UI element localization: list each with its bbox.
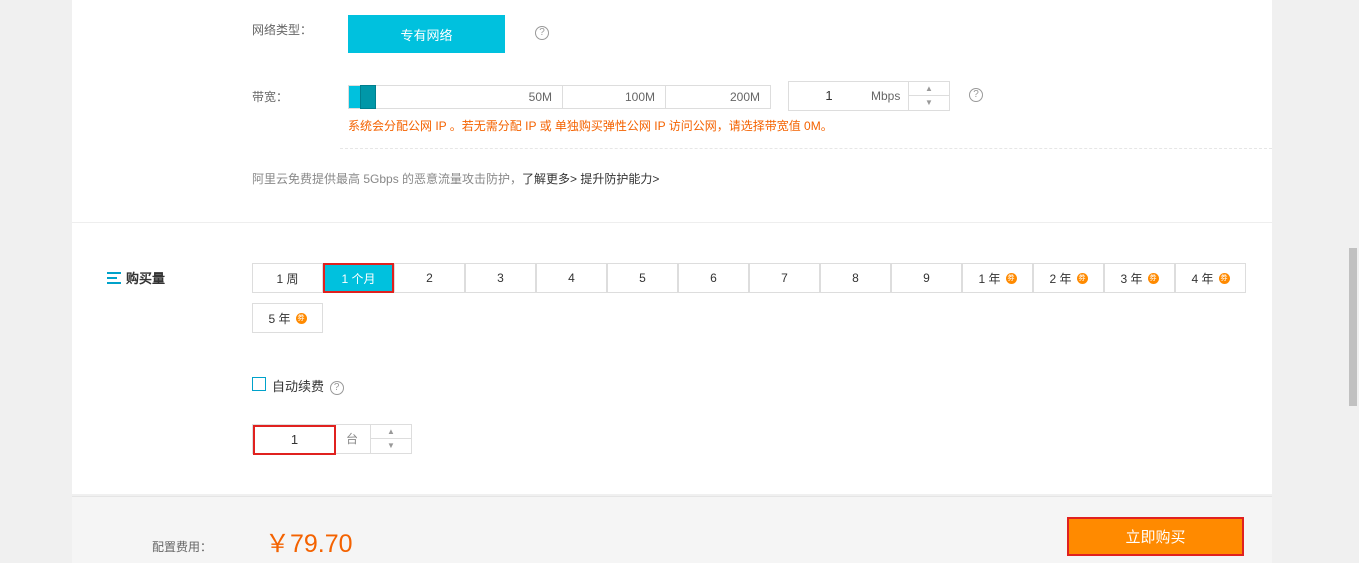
- bandwidth-label: 带宽：: [252, 90, 289, 104]
- auto-renew-text: 自动续费: [272, 379, 325, 394]
- period-option[interactable]: 5 年券: [252, 303, 323, 333]
- cost-label: 配置费用：: [152, 540, 213, 554]
- period-selector: 1 周1 个月 2 3 4 5 6 7 8 9 1 年券2 年券3 年券4 年券5 年券: [252, 263, 1247, 333]
- purchase-section-title: 购买量: [107, 268, 165, 287]
- period-label: 2: [426, 271, 433, 285]
- period-option[interactable]: 2 年券: [1033, 263, 1104, 293]
- bandwidth-input-group: 1 Mbps ▲ ▼: [788, 81, 950, 111]
- config-panel: [72, 0, 1272, 494]
- period-label: 4 年: [1191, 271, 1214, 286]
- buy-now-button[interactable]: 立即购买: [1067, 517, 1244, 556]
- ddos-info: 阿里云免费提供最高 5Gbps 的恶意流量攻击防护，了解更多> 提升防护能力>: [252, 170, 659, 187]
- coupon-icon: 券: [1005, 272, 1017, 284]
- slider-tick-100m: 100M: [563, 86, 666, 108]
- slider-tick-50m: 50M: [349, 86, 563, 108]
- period-option[interactable]: 4: [536, 263, 607, 293]
- purchase-title: 购买量: [126, 271, 166, 286]
- list-icon: [107, 271, 121, 284]
- bandwidth-warning: 系统会分配公网 IP 。若无需分配 IP 或 单独购买弹性公网 IP 访问公网，…: [348, 119, 833, 133]
- price-value: ￥79.70: [265, 530, 353, 558]
- quantity-stepper-buttons: ▲ ▼: [370, 425, 411, 453]
- scrollbar-thumb[interactable]: [1349, 248, 1357, 406]
- quantity-unit: 台: [346, 432, 359, 446]
- bandwidth-unit: Mbps: [871, 89, 901, 103]
- help-icon[interactable]: ?: [329, 380, 344, 395]
- help-icon[interactable]: ?: [535, 26, 549, 40]
- stepper-down-icon[interactable]: ▼: [909, 96, 949, 109]
- period-option[interactable]: 6: [678, 263, 749, 293]
- period-label: 2 年: [1049, 271, 1072, 286]
- network-type-label: 网络类型：: [252, 23, 313, 37]
- auto-renew-checkbox[interactable]: [252, 377, 266, 391]
- stepper-up-icon[interactable]: ▲: [909, 82, 949, 96]
- period-option[interactable]: 8: [820, 263, 891, 293]
- period-option[interactable]: 5: [607, 263, 678, 293]
- vpc-network-button[interactable]: 专有网络: [348, 15, 505, 53]
- period-label: 1 年: [978, 271, 1001, 286]
- period-option[interactable]: 4 年券: [1175, 263, 1246, 293]
- period-label: 6: [710, 271, 717, 285]
- period-option[interactable]: 1 年券: [962, 263, 1033, 293]
- stepper-down-icon[interactable]: ▼: [371, 439, 411, 452]
- ddos-text: 阿里云免费提供最高 5Gbps 的恶意流量攻击防护，: [252, 172, 523, 186]
- coupon-icon: 券: [1076, 272, 1088, 284]
- coupon-icon: 券: [1218, 272, 1230, 284]
- slider-tick-200m: 200M: [729, 90, 760, 104]
- auto-renew-label[interactable]: 自动续费 ?: [272, 376, 344, 395]
- coupon-icon: 券: [295, 312, 307, 324]
- period-option[interactable]: 1 周: [252, 263, 323, 293]
- coupon-icon: 券: [1147, 272, 1159, 284]
- period-label: 1 个月: [341, 271, 376, 286]
- period-label: 3 年: [1120, 271, 1143, 286]
- period-label: 9: [923, 271, 930, 285]
- period-label: 8: [852, 271, 859, 285]
- quantity-stepper: 1 台 ▲ ▼: [252, 424, 412, 455]
- bandwidth-slider[interactable]: 50M 100M 200M: [348, 85, 771, 109]
- upgrade-protection-link[interactable]: 提升防护能力>: [580, 172, 659, 186]
- dashed-divider: [340, 148, 1272, 149]
- learn-more-link[interactable]: 了解更多>: [522, 172, 577, 186]
- period-option[interactable]: 2: [394, 263, 465, 293]
- period-option[interactable]: 7: [749, 263, 820, 293]
- bandwidth-stepper: ▲ ▼: [908, 82, 949, 110]
- period-option[interactable]: 3: [465, 263, 536, 293]
- period-label: 5 年: [268, 311, 291, 326]
- quantity-input[interactable]: 1: [253, 425, 336, 455]
- bandwidth-input[interactable]: 1: [789, 82, 869, 110]
- stepper-up-icon[interactable]: ▲: [371, 425, 411, 439]
- period-label: 4: [568, 271, 575, 285]
- period-label: 1 周: [276, 271, 299, 286]
- section-divider: [72, 222, 1272, 223]
- period-label: 7: [781, 271, 788, 285]
- help-icon[interactable]: ?: [969, 88, 983, 102]
- period-label: 3: [497, 271, 504, 285]
- period-option[interactable]: 1 个月: [323, 263, 394, 293]
- period-label: 5: [639, 271, 646, 285]
- period-option[interactable]: 9: [891, 263, 962, 293]
- period-option[interactable]: 3 年券: [1104, 263, 1175, 293]
